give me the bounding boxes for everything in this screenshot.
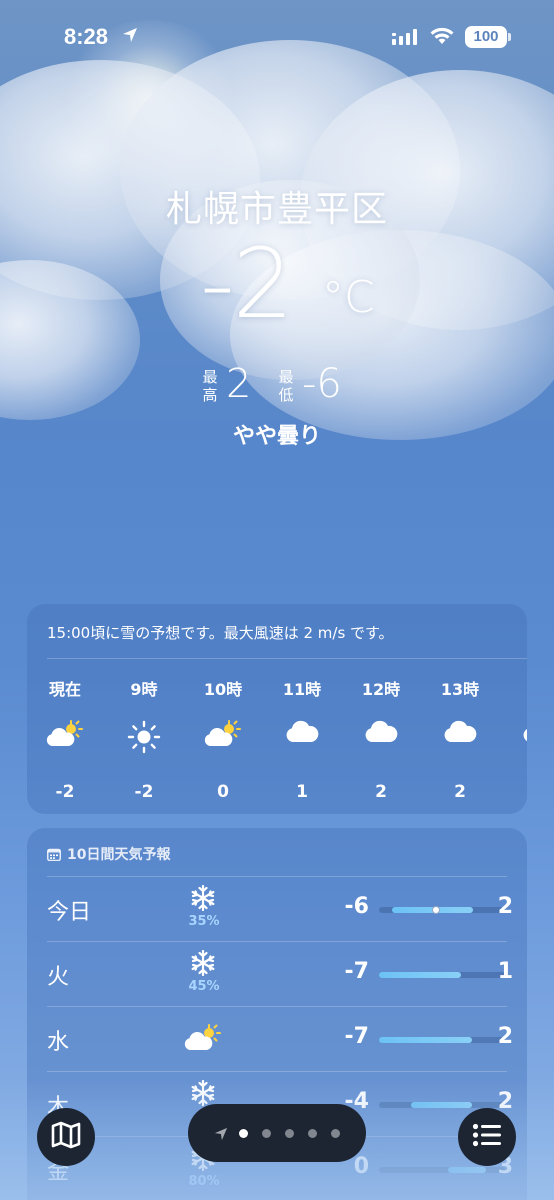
ten-day-title: 10日間天気予報 xyxy=(47,844,170,865)
hour-temp: 1 xyxy=(296,782,308,802)
hourly-list[interactable]: 現在 -2 9時 -2 10時 0 11時 1 12時 2 13時 2 14 2 xyxy=(27,676,527,806)
hour-label: 9時 xyxy=(130,680,158,699)
location-pager[interactable] xyxy=(188,1104,366,1162)
page-dot[interactable] xyxy=(331,1129,340,1138)
partly-cloudy-sun-icon xyxy=(183,1024,223,1056)
hour-item: 12時 2 xyxy=(341,676,421,802)
hour-item: 13時 2 xyxy=(420,676,500,802)
hour-temp: 0 xyxy=(217,782,229,802)
hour-temp: 2 xyxy=(499,782,527,802)
list-icon xyxy=(472,1123,502,1151)
low-value: -6 xyxy=(302,361,342,407)
high-value: 2 xyxy=(226,361,252,407)
list-button[interactable] xyxy=(458,1108,516,1166)
temp-range-fill xyxy=(379,1037,473,1043)
low-temp: -6 xyxy=(344,894,369,919)
temperature-unit: °C xyxy=(322,272,375,323)
cloud-icon xyxy=(420,720,500,752)
day-row[interactable]: 今日 35% -6 2 xyxy=(27,876,527,941)
hour-label: 12時 xyxy=(361,680,401,699)
snowflake-icon xyxy=(183,949,223,980)
status-bar: 8:28 100 xyxy=(0,0,554,70)
snowflake-icon xyxy=(183,884,223,915)
hour-temp: -2 xyxy=(55,782,75,802)
hour-item: 9時 -2 xyxy=(104,676,184,802)
low-temp: -7 xyxy=(344,959,369,984)
ten-day-title-text: 10日間天気予報 xyxy=(67,847,171,863)
hour-temp: 2 xyxy=(454,782,466,802)
day-row[interactable]: 水 -7 2 xyxy=(27,1006,527,1071)
current-weather: 札幌市豊平区 -2 °C xyxy=(0,180,554,344)
day-name: 水 xyxy=(47,1030,70,1055)
high-temp: 2 xyxy=(497,894,513,919)
current-temp-dot xyxy=(431,906,440,914)
city-name: 札幌市豊平区 xyxy=(165,189,388,230)
day-name: 今日 xyxy=(47,900,92,925)
hour-temp: 2 xyxy=(375,782,387,802)
cloud-icon xyxy=(499,720,527,752)
hour-label: 10時 xyxy=(203,680,243,699)
page-dot[interactable] xyxy=(308,1129,317,1138)
hour-label: 11時 xyxy=(282,680,322,699)
hour-item: 現在 -2 xyxy=(27,676,105,802)
hour-temp: -2 xyxy=(134,782,154,802)
status-time: 8:28 xyxy=(64,24,109,49)
high-temp: 2 xyxy=(497,1024,513,1049)
high-low: 最高 2 最低 -6 xyxy=(0,361,554,415)
hour-label: 14 xyxy=(499,676,527,700)
partly-cloudy-sun-icon xyxy=(183,720,263,752)
hour-label: 現在 xyxy=(48,680,81,699)
day-name: 火 xyxy=(47,965,70,990)
day-row[interactable]: 火 45% -7 1 xyxy=(27,941,527,1006)
temp-range-fill xyxy=(379,972,461,978)
precip-probability: 35% xyxy=(188,914,220,929)
location-arrow-icon xyxy=(214,1126,228,1145)
cloud-icon xyxy=(341,720,421,752)
low-label: 最低 xyxy=(278,368,294,404)
map-icon xyxy=(51,1121,81,1153)
forecast-summary: 15:00頃に雪の予想です。最大風速は 2 m/s です。 xyxy=(47,624,394,642)
hourly-forecast-card[interactable]: 15:00頃に雪の予想です。最大風速は 2 m/s です。 現在 -2 9時 -2 10… xyxy=(27,604,527,814)
page-dot[interactable] xyxy=(262,1129,271,1138)
page-dot[interactable] xyxy=(239,1129,248,1138)
location-arrow-icon xyxy=(122,27,138,47)
partly-cloudy-sun-icon xyxy=(27,720,105,752)
calendar-icon xyxy=(47,848,61,865)
high-label: 最高 xyxy=(202,368,218,404)
sun-icon xyxy=(104,720,184,754)
hour-item: 14 2 xyxy=(499,676,527,802)
condition-text: やや曇り xyxy=(232,424,321,449)
low-temp: -7 xyxy=(344,1024,369,1049)
current-temperature: -2 xyxy=(200,228,294,340)
precip-probability: 45% xyxy=(188,979,220,994)
page-dot[interactable] xyxy=(285,1129,294,1138)
cloud-icon xyxy=(262,720,342,752)
wifi-icon xyxy=(430,26,454,50)
battery-icon: 100 xyxy=(465,26,507,48)
hour-label: 13時 xyxy=(440,680,480,699)
high-temp: 1 xyxy=(497,959,513,984)
map-button[interactable] xyxy=(37,1108,95,1166)
hour-item: 11時 1 xyxy=(262,676,342,802)
hour-item: 10時 0 xyxy=(183,676,263,802)
cellular-signal-icon xyxy=(392,29,420,49)
